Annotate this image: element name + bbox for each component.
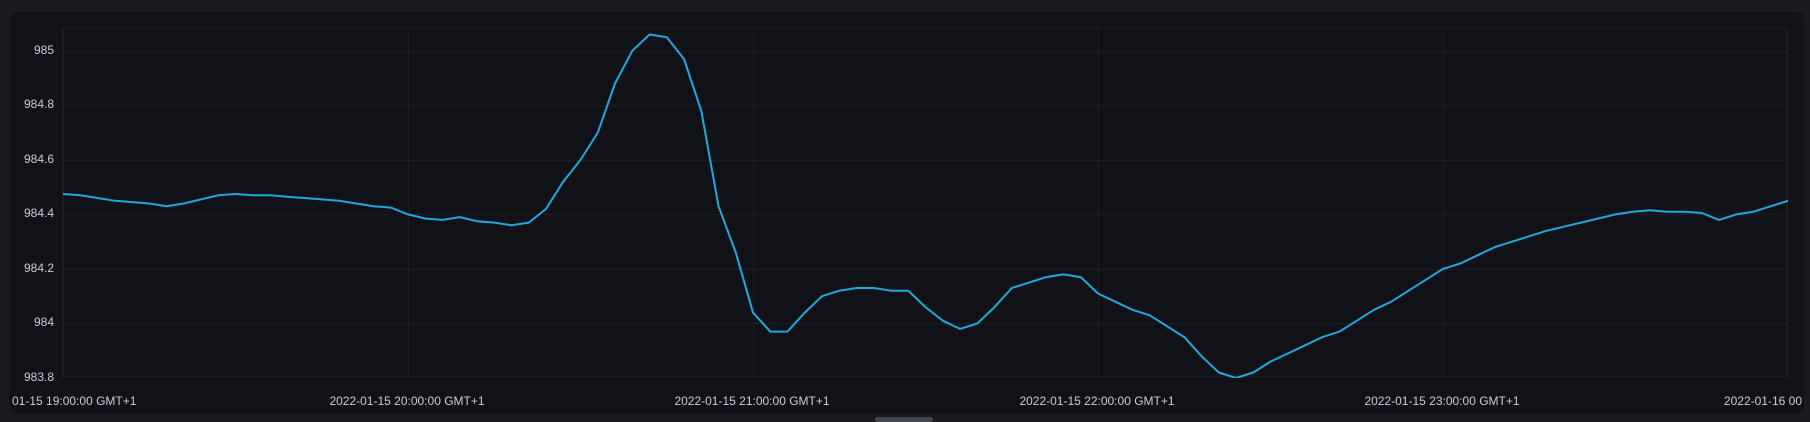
x-axis-tick-label: 01-15 19:00:00 GMT+1 [12, 393, 136, 409]
horizontal-scrollbar-thumb[interactable] [875, 417, 933, 422]
y-axis-tick-label: 984 [10, 315, 54, 329]
y-axis-tick-label: 984.8 [10, 97, 54, 111]
pressure-line-chart[interactable] [63, 29, 1788, 378]
x-axis-tick-label: 2022-01-15 23:00:00 GMT+1 [1352, 393, 1532, 409]
x-axis-tick-label: 2022-01-15 22:00:00 GMT+1 [1007, 393, 1187, 409]
x-axis-tick-label: 2022-01-15 21:00:00 GMT+1 [662, 393, 842, 409]
time-series-panel: 985 984.8 984.6 984.4 984.2 984 983.8 01-15 19… [10, 12, 1804, 414]
y-axis-tick-label: 983.8 [10, 370, 54, 384]
series-line[interactable] [63, 35, 1788, 379]
x-axis-tick-label: 2022-01-16 00 [1724, 393, 1802, 409]
y-axis-tick-label: 985 [10, 43, 54, 57]
gridlines [63, 29, 1788, 378]
y-axis: 985984.8984.6984.4984.2984983.8 [10, 28, 54, 377]
y-axis-tick-label: 984.2 [10, 261, 54, 275]
x-axis: 01-15 19:00:00 GMT+12022-01-15 20:00:00 … [62, 393, 1787, 411]
y-axis-tick-label: 984.4 [10, 206, 54, 220]
x-axis-tick-label: 2022-01-15 20:00:00 GMT+1 [317, 393, 497, 409]
chart-plot-area[interactable] [62, 28, 1787, 377]
y-axis-tick-label: 984.6 [10, 152, 54, 166]
